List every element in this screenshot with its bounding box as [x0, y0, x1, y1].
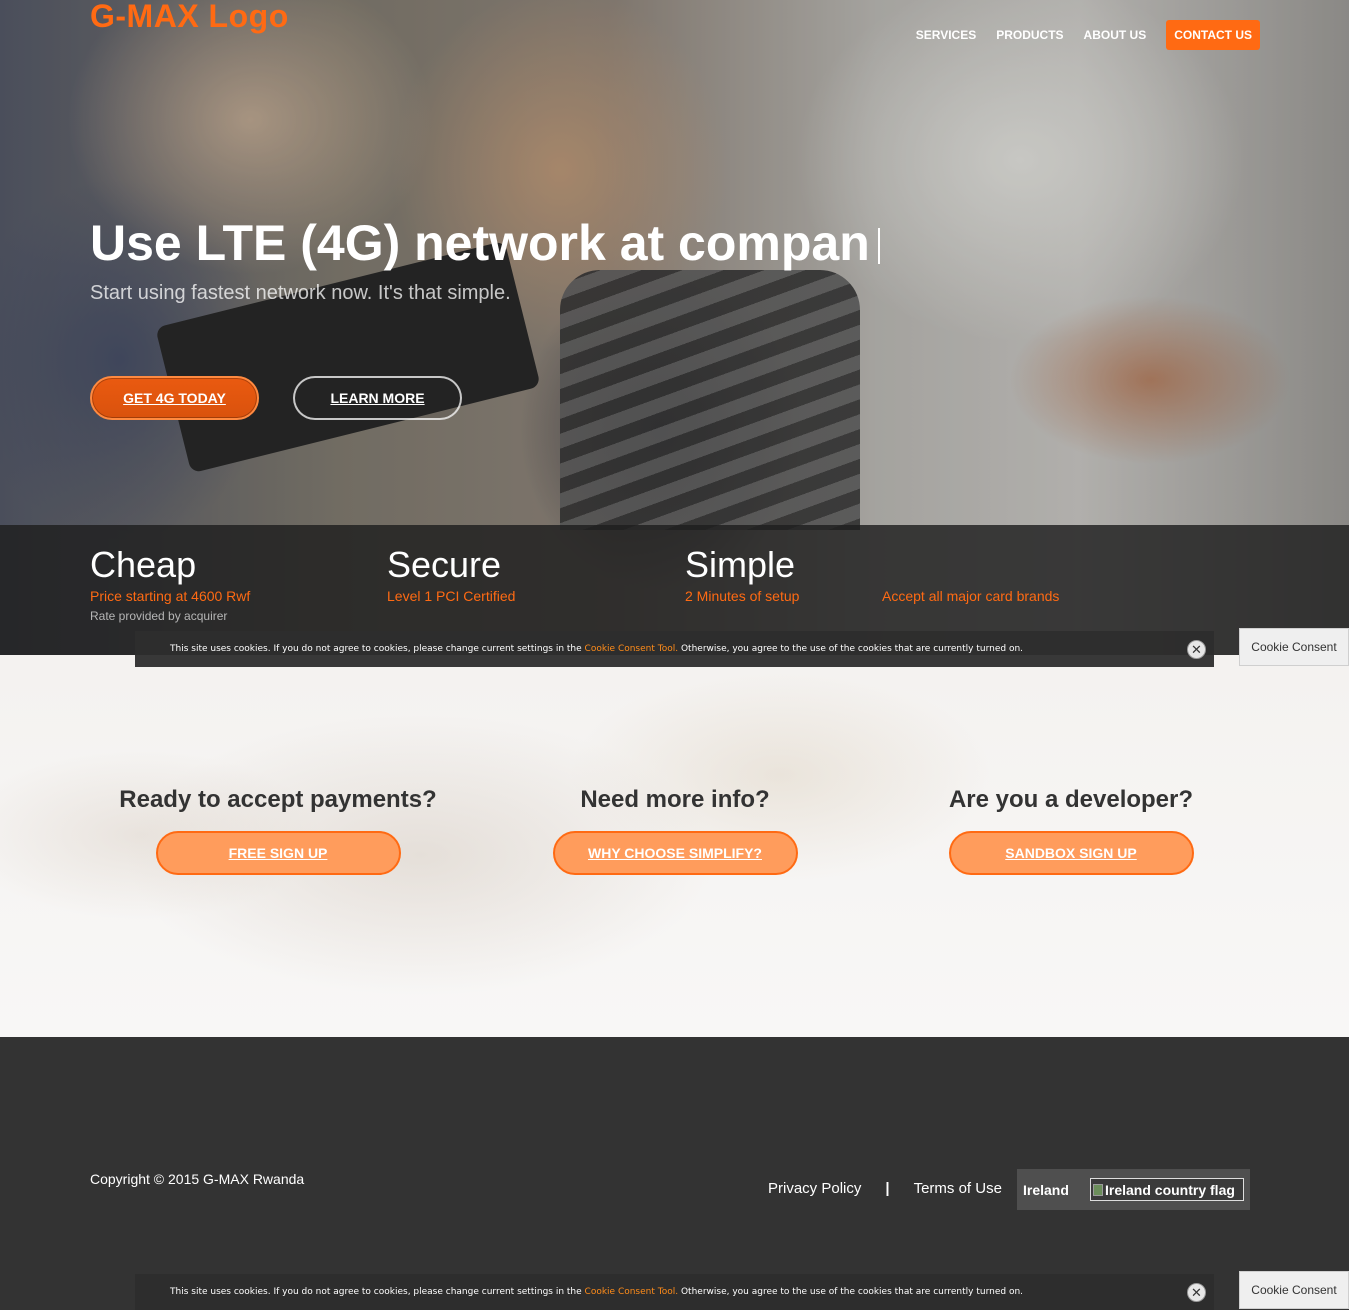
- learn-more-button[interactable]: LEARN MORE: [293, 376, 462, 420]
- cookie-text-start: This site uses cookies. If you do not ag…: [170, 1287, 585, 1297]
- sandbox-sign-up-button[interactable]: SANDBOX SIGN UP: [948, 831, 1194, 875]
- feature-title: [882, 545, 1059, 585]
- feature-card-brands: Accept all major card brands: [882, 545, 1059, 604]
- cookie-consent-tool-link[interactable]: Cookie Consent Tool.: [585, 1287, 679, 1297]
- hero-background-photo: [560, 270, 860, 530]
- country-flag-image: Ireland country flag: [1090, 1178, 1244, 1201]
- cta-developer: Are you a developer? SANDBOX SIGN UP: [871, 786, 1271, 875]
- broken-image-icon: [1093, 1183, 1103, 1196]
- site-logo[interactable]: G-MAX Logo: [90, 0, 289, 32]
- site-footer: Copyright © 2015 G-MAX Rwanda Privacy Po…: [0, 1037, 1349, 1310]
- flag-alt-text: Ireland country flag: [1105, 1181, 1235, 1198]
- feature-title: Secure: [387, 544, 502, 585]
- cta-heading: Ready to accept payments?: [119, 786, 437, 813]
- cta-info: Need more info? WHY CHOOSE SIMPLIFY?: [475, 786, 875, 875]
- cta-payments: Ready to accept payments? FREE SIGN UP: [78, 786, 478, 875]
- feature-title: Simple: [685, 544, 796, 585]
- feature-note: Rate provided by acquirer: [90, 609, 228, 623]
- cookie-text-end: Otherwise, you agree to the use of the c…: [678, 644, 1024, 654]
- footer-separator: |: [885, 1180, 890, 1197]
- feature-desc: Accept all major card brands: [882, 588, 1060, 604]
- close-icon[interactable]: ✕: [1187, 640, 1206, 659]
- main-nav: SERVICES PRODUCTS ABOUT US CONTACT US: [916, 20, 1260, 50]
- feature-desc: 2 Minutes of setup: [685, 588, 800, 604]
- cta-heading: Need more info?: [580, 786, 770, 813]
- nav-products[interactable]: PRODUCTS: [996, 28, 1063, 42]
- cta-heading: Are you a developer?: [948, 786, 1194, 813]
- close-icon[interactable]: ✕: [1187, 1283, 1206, 1302]
- hero-headline-text: Use LTE (4G) network at compan: [90, 215, 870, 271]
- cookie-text-end: Otherwise, you agree to the use of the c…: [678, 1287, 1024, 1297]
- typing-cursor: [877, 228, 880, 264]
- tablet-image: [155, 240, 541, 474]
- terms-of-use-link[interactable]: Terms of Use: [914, 1180, 1002, 1197]
- nav-about-us[interactable]: ABOUT US: [1084, 28, 1147, 42]
- cta-section: Ready to accept payments? FREE SIGN UP N…: [0, 655, 1349, 1037]
- cookie-banner-bottom: This site uses cookies. If you do not ag…: [135, 1274, 1214, 1310]
- nav-contact-us-button[interactable]: CONTACT US: [1166, 20, 1260, 50]
- why-choose-simplify-button[interactable]: WHY CHOOSE SIMPLIFY?: [552, 831, 798, 875]
- free-sign-up-button[interactable]: FREE SIGN UP: [155, 831, 401, 875]
- feature-cheap: Cheap Price starting at 4600 Rwf Rate pr…: [90, 544, 251, 624]
- cookie-banner: This site uses cookies. If you do not ag…: [135, 631, 1214, 667]
- nav-services[interactable]: SERVICES: [916, 28, 976, 42]
- cookie-consent-tab[interactable]: Cookie Consent: [1239, 628, 1349, 666]
- privacy-policy-link[interactable]: Privacy Policy: [768, 1180, 861, 1197]
- feature-desc: Price starting at 4600 Rwf: [90, 588, 251, 604]
- country-selector[interactable]: Ireland Ireland country flag: [1017, 1169, 1250, 1210]
- get-4g-today-button[interactable]: GET 4G TODAY: [90, 376, 259, 420]
- feature-desc: Level 1 PCI Certified: [387, 588, 516, 604]
- cookie-consent-tool-link[interactable]: Cookie Consent Tool.: [585, 644, 679, 654]
- hero-subhead: Start using fastest network now. It's th…: [90, 282, 511, 304]
- feature-title: Cheap: [90, 544, 197, 585]
- footer-links: Privacy Policy | Terms of Use: [768, 1180, 1002, 1197]
- cookie-text: This site uses cookies. If you do not ag…: [170, 1287, 1023, 1297]
- cookie-text: This site uses cookies. If you do not ag…: [170, 644, 1023, 654]
- cookie-consent-tab[interactable]: Cookie Consent: [1239, 1271, 1349, 1309]
- country-name: Ireland: [1023, 1181, 1069, 1198]
- feature-secure: Secure Level 1 PCI Certified: [387, 544, 516, 605]
- cookie-text-start: This site uses cookies. If you do not ag…: [170, 644, 585, 654]
- copyright-text: Copyright © 2015 G-MAX Rwanda: [90, 1171, 305, 1187]
- hero-headline: Use LTE (4G) network at compan: [90, 214, 880, 272]
- feature-simple: Simple 2 Minutes of setup: [685, 544, 800, 605]
